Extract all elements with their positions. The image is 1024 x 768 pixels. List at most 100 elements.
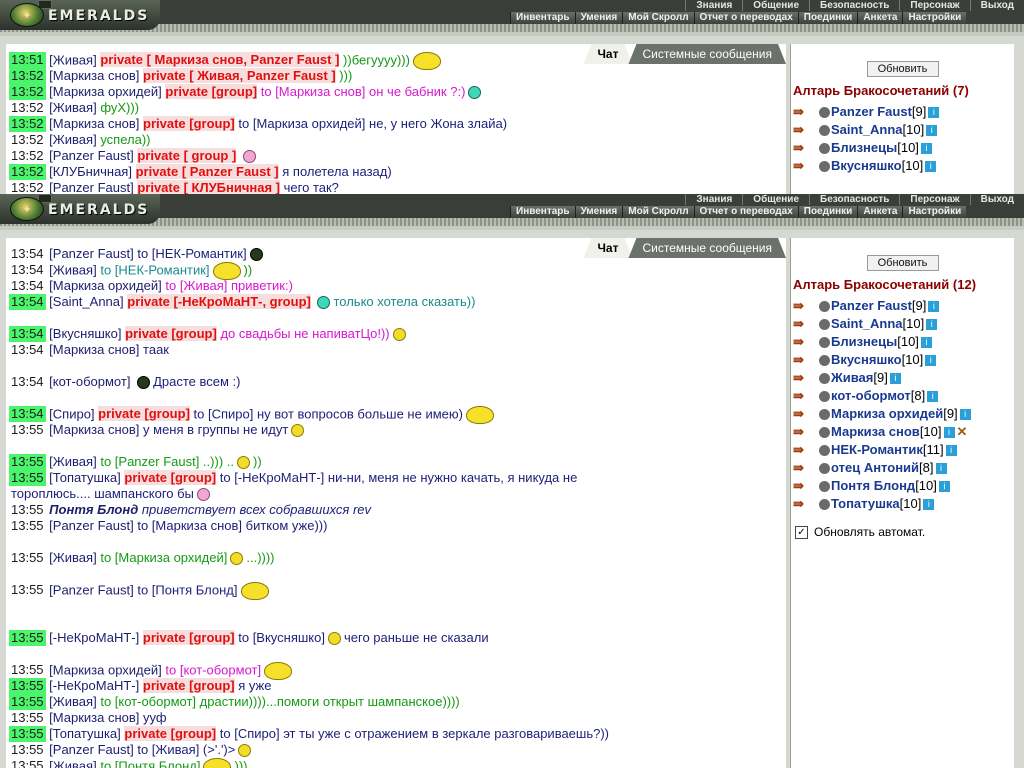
user-list-item[interactable]: ⇛ Вкусняшко[10] i <box>791 351 1014 369</box>
info-icon[interactable]: i <box>959 409 971 421</box>
private-arrow-icon[interactable]: ⇛ <box>793 405 819 423</box>
nav-security[interactable]: Безопасность <box>809 0 900 11</box>
user-list-item[interactable]: ⇛ Saint_Anna[10] i <box>791 121 1014 139</box>
info-icon[interactable]: i <box>920 337 932 349</box>
private-target[interactable]: private [ group ] <box>137 148 237 163</box>
info-icon[interactable]: i <box>928 107 940 119</box>
info-icon[interactable]: i <box>925 355 937 367</box>
sender-nick[interactable]: [Маркиза орхидей] <box>49 278 162 293</box>
private-arrow-icon[interactable]: ⇛ <box>793 139 819 157</box>
tab-system-messages[interactable]: Системные сообщения <box>628 44 786 64</box>
sender-nick[interactable]: [Живая] <box>49 550 97 565</box>
refresh-button[interactable]: Обновить <box>866 61 939 77</box>
sender-nick[interactable]: [Живая] <box>49 694 97 709</box>
private-arrow-icon[interactable]: ⇛ <box>793 103 819 121</box>
emote-author[interactable]: Понтя Блонд <box>49 502 138 517</box>
info-icon[interactable]: i <box>889 373 901 385</box>
private-target[interactable]: private [ Живая, Panzer Faust ] <box>143 68 336 83</box>
nav-profile[interactable]: Анкета <box>857 206 903 218</box>
private-target[interactable]: private [group] <box>124 470 217 485</box>
info-icon[interactable]: i <box>927 391 939 403</box>
nav-fights[interactable]: Поединки <box>797 12 858 24</box>
user-name[interactable]: Маркиза орхидей <box>831 406 943 421</box>
user-name[interactable]: Маркиза снов <box>831 424 920 439</box>
sender-nick[interactable]: [-НеКроМаНТ-] <box>49 678 139 693</box>
sender-nick[interactable]: [кот-обормот] <box>49 374 130 389</box>
tab-system-messages[interactable]: Системные сообщения <box>628 238 786 258</box>
nav-knowledge[interactable]: Знания <box>685 0 743 11</box>
private-arrow-icon[interactable]: ⇛ <box>793 495 819 513</box>
sender-nick[interactable]: [Маркиза орхидей] <box>49 662 162 677</box>
private-arrow-icon[interactable]: ⇛ <box>793 477 819 495</box>
user-name[interactable]: Понтя Блонд <box>831 478 915 493</box>
info-icon[interactable]: i <box>926 125 938 137</box>
private-target[interactable]: private [group] <box>142 630 235 645</box>
sender-nick[interactable]: [Маркиза снов] <box>49 710 139 725</box>
sender-nick[interactable]: [КЛУБничная] <box>49 164 132 179</box>
info-icon[interactable]: i <box>928 301 940 313</box>
nav-character[interactable]: Персонаж <box>899 194 970 205</box>
cross-icon[interactable]: ✕ <box>957 424 968 439</box>
user-name[interactable]: Живая <box>831 370 873 385</box>
sender-nick[interactable]: [Маркиза снов] <box>49 68 139 83</box>
sender-nick[interactable]: [Топатушка] <box>49 470 121 485</box>
private-arrow-icon[interactable]: ⇛ <box>793 351 819 369</box>
private-arrow-icon[interactable]: ⇛ <box>793 297 819 315</box>
sender-nick[interactable]: [-НеКроМаНТ-] <box>49 630 139 645</box>
sender-nick[interactable]: [Saint_Anna] <box>49 294 123 309</box>
private-arrow-icon[interactable]: ⇛ <box>793 157 819 175</box>
private-arrow-icon[interactable]: ⇛ <box>793 369 819 387</box>
private-target[interactable]: private [group] <box>98 406 190 422</box>
user-list-item[interactable]: ⇛ Маркиза снов[10] i ✕ <box>791 423 1014 441</box>
sender-nick[interactable]: [Panzer Faust] <box>49 148 134 163</box>
info-icon[interactable]: i <box>935 463 947 475</box>
private-target[interactable]: private [group] <box>125 326 217 341</box>
nav-skills[interactable]: Умения <box>574 206 623 218</box>
user-name[interactable]: отец Антоний <box>831 460 919 475</box>
sender-nick[interactable]: [Panzer Faust] <box>49 742 134 757</box>
nav-skills[interactable]: Умения <box>574 12 623 24</box>
private-target[interactable]: private [-НеКроМаНТ-, group] <box>127 294 311 309</box>
user-list-item[interactable]: ⇛ Близнецы[10] i <box>791 333 1014 351</box>
sender-nick[interactable]: [Маркиза снов] <box>49 116 139 131</box>
user-list-item[interactable]: ⇛ отец Антоний[8] i <box>791 459 1014 477</box>
private-target[interactable]: private [ Panzer Faust ] <box>135 164 279 179</box>
private-arrow-icon[interactable]: ⇛ <box>793 315 819 333</box>
nav-exit[interactable]: Выход <box>969 194 1024 205</box>
user-list-item[interactable]: ⇛ Panzer Faust[9] i <box>791 103 1014 121</box>
nav-settings[interactable]: Настройки <box>902 12 967 24</box>
user-name[interactable]: Близнецы <box>831 140 897 155</box>
private-target[interactable]: private [ КЛУБничная ] <box>137 180 281 194</box>
nav-communication[interactable]: Общение <box>742 0 809 11</box>
private-arrow-icon[interactable]: ⇛ <box>793 387 819 405</box>
sender-nick[interactable]: [Живая] <box>49 758 97 768</box>
auto-update-checkbox[interactable]: ✓ <box>795 526 808 540</box>
info-icon[interactable]: i <box>925 161 937 173</box>
user-list-item[interactable]: ⇛ Близнецы[10] i <box>791 139 1014 157</box>
info-icon[interactable]: i <box>926 319 938 331</box>
nav-transfer-report[interactable]: Отчет о переводах <box>693 12 798 24</box>
sender-nick[interactable]: [Живая] <box>49 132 97 147</box>
nav-my-scroll[interactable]: Мой Скролл <box>622 12 694 24</box>
nav-inventory[interactable]: Инвентарь <box>510 12 575 24</box>
sender-nick[interactable]: [Маркиза снов] <box>49 342 139 357</box>
sender-nick[interactable]: [Panzer Faust] <box>49 180 134 194</box>
tab-chat[interactable]: Чат <box>584 44 633 64</box>
nav-settings[interactable]: Настройки <box>902 206 967 218</box>
private-arrow-icon[interactable]: ⇛ <box>793 333 819 351</box>
sender-nick[interactable]: [Топатушка] <box>49 726 121 741</box>
user-name[interactable]: Panzer Faust <box>831 298 912 313</box>
sender-nick[interactable]: [Спиро] <box>49 406 94 421</box>
sender-nick[interactable]: [Живая] <box>49 454 97 469</box>
private-target[interactable]: private [group] <box>142 678 235 693</box>
private-target[interactable]: private [group] <box>165 84 258 99</box>
nav-exit[interactable]: Выход <box>969 0 1024 11</box>
nav-transfer-report[interactable]: Отчет о переводах <box>693 206 798 218</box>
user-list-item[interactable]: ⇛ Живая[9] i <box>791 369 1014 387</box>
private-target[interactable]: private [group] <box>143 116 235 131</box>
user-name[interactable]: Panzer Faust <box>831 104 912 119</box>
info-icon[interactable]: i <box>923 499 935 511</box>
user-name[interactable]: Вкусняшко <box>831 352 902 367</box>
user-list-item[interactable]: ⇛ Топатушка[10] i <box>791 495 1014 513</box>
info-icon[interactable]: i <box>943 427 955 439</box>
